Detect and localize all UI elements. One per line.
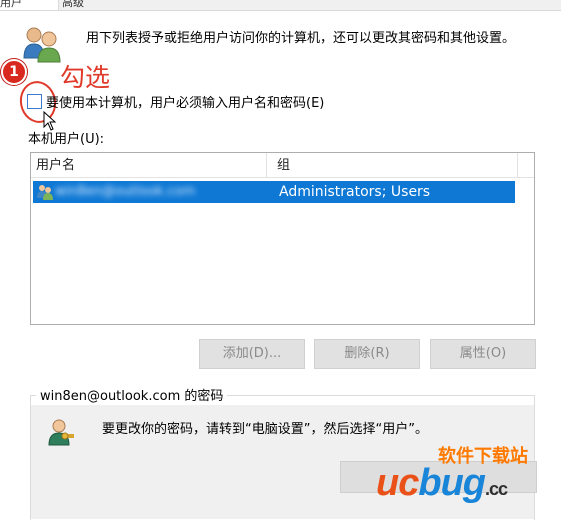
- column-header-group[interactable]: 组: [272, 153, 518, 177]
- password-info-text: 要更改你的密码，请转到“电脑设置”，然后选择“用户”。: [102, 422, 428, 437]
- tab-advanced[interactable]: 高级: [62, 0, 102, 10]
- row-username: win8en@outlook.com: [55, 184, 196, 199]
- add-button[interactable]: 添加(D)...: [199, 339, 305, 369]
- remove-button[interactable]: 删除(R): [314, 339, 420, 369]
- info-text: 用下列表授予或拒绝用户访问你的计算机，还可以更改其密码和其他设置。: [86, 31, 516, 46]
- user-icon: [36, 183, 54, 201]
- column-header-username[interactable]: 用户名: [31, 153, 267, 177]
- password-group-title: win8en@outlook.com 的密码: [36, 385, 228, 404]
- users-icon: [20, 24, 64, 64]
- watermark-logo: 软件下载站 ucbug.cc: [376, 440, 561, 515]
- table-row[interactable]: win8en@outlook.com Administrators; Users: [33, 181, 515, 203]
- user-key-icon: [46, 418, 76, 446]
- watermark-domain: .cc: [485, 479, 508, 499]
- users-listview[interactable]: 用户名 组 win8en@outlook.com Administrators;…: [30, 152, 535, 325]
- step-number-badge: 1: [1, 59, 27, 85]
- listview-header: 用户名 组: [31, 153, 534, 178]
- row-group: Administrators; Users: [279, 184, 431, 200]
- watermark-en-text: ucbug.cc: [376, 462, 508, 505]
- tab-strip: 用户 高级: [0, 0, 561, 11]
- tab-users[interactable]: 用户: [0, 0, 59, 10]
- watermark-bug: bug: [418, 462, 486, 504]
- local-users-label: 本机用户(U):: [28, 132, 105, 147]
- annotation-text: 勾选: [60, 63, 111, 92]
- require-password-checkbox[interactable]: [27, 94, 42, 109]
- properties-button[interactable]: 属性(O): [430, 339, 536, 369]
- require-password-label[interactable]: 要使用本计算机，用户必须输入用户名和密码(E): [46, 92, 324, 111]
- watermark-uc: uc: [376, 462, 419, 504]
